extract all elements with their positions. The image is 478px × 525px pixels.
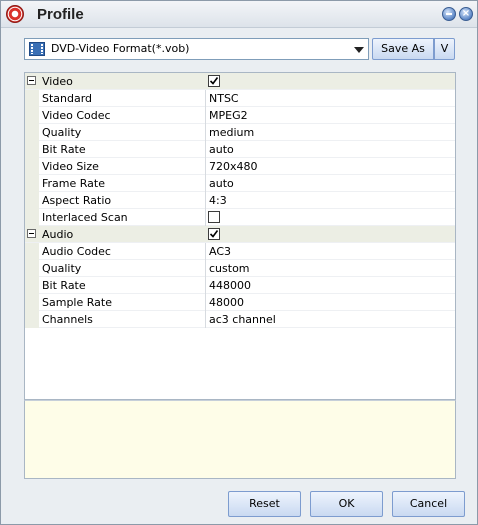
property-value[interactable]: 48000	[209, 296, 244, 309]
film-icon	[29, 42, 45, 56]
property-value[interactable]: 4:3	[209, 194, 227, 207]
property-name: Standard	[42, 92, 93, 105]
video-enabled-checkbox[interactable]	[208, 75, 220, 87]
property-row[interactable]: Video Size 720x480	[25, 158, 455, 175]
property-row[interactable]: Video Codec MPEG2	[25, 107, 455, 124]
property-value[interactable]: MPEG2	[209, 109, 248, 122]
collapse-icon[interactable]	[27, 76, 36, 85]
property-name: Sample Rate	[42, 296, 112, 309]
property-value[interactable]: ac3 channel	[209, 313, 276, 326]
cancel-button[interactable]: Cancel	[392, 491, 465, 517]
format-dropdown[interactable]: DVD-Video Format(*.vob)	[24, 38, 369, 60]
property-row[interactable]: Interlaced Scan	[25, 209, 455, 226]
property-row[interactable]: Bit Rate 448000	[25, 277, 455, 294]
description-panel	[24, 400, 456, 479]
property-name: Bit Rate	[42, 143, 86, 156]
title-bar[interactable]: Profile ×	[1, 1, 477, 28]
property-row[interactable]: Audio Codec AC3	[25, 243, 455, 260]
property-name: Video Codec	[42, 109, 111, 122]
save-as-menu-button[interactable]: V	[434, 38, 455, 60]
save-as-button[interactable]: Save As	[372, 38, 434, 60]
property-value[interactable]: custom	[209, 262, 250, 275]
profile-window: Profile × DVD-Video Format(*.vob) Save A…	[0, 0, 478, 525]
property-value[interactable]: AC3	[209, 245, 231, 258]
property-name: Video Size	[42, 160, 99, 173]
property-row[interactable]: Channels ac3 channel	[25, 311, 455, 328]
property-name: Quality	[42, 126, 82, 139]
property-row[interactable]: Frame Rate auto	[25, 175, 455, 192]
section-audio[interactable]: Audio	[25, 226, 455, 243]
ok-button[interactable]: OK	[310, 491, 383, 517]
property-name: Aspect Ratio	[42, 194, 112, 207]
minimize-icon[interactable]	[442, 7, 456, 21]
property-name: Bit Rate	[42, 279, 86, 292]
property-row[interactable]: Sample Rate 48000	[25, 294, 455, 311]
property-value[interactable]: auto	[209, 143, 234, 156]
property-value[interactable]: NTSC	[209, 92, 239, 105]
property-row[interactable]: Bit Rate auto	[25, 141, 455, 158]
reset-button[interactable]: Reset	[228, 491, 301, 517]
section-label: Audio	[42, 228, 74, 241]
property-value[interactable]: 448000	[209, 279, 251, 292]
section-label: Video	[42, 75, 73, 88]
property-row[interactable]: Quality custom	[25, 260, 455, 277]
property-name: Audio Codec	[42, 245, 111, 258]
property-name: Frame Rate	[42, 177, 105, 190]
window-title: Profile	[37, 6, 84, 23]
app-logo-icon	[6, 5, 24, 23]
audio-enabled-checkbox[interactable]	[208, 228, 220, 240]
property-value[interactable]: 720x480	[209, 160, 258, 173]
property-row[interactable]: Quality medium	[25, 124, 455, 141]
chevron-down-icon[interactable]	[354, 47, 364, 53]
property-name: Channels	[42, 313, 93, 326]
property-value[interactable]: auto	[209, 177, 234, 190]
property-row[interactable]: Standard NTSC	[25, 90, 455, 107]
property-name: Quality	[42, 262, 82, 275]
property-name: Interlaced Scan	[42, 211, 128, 224]
interlaced-scan-checkbox[interactable]	[208, 211, 220, 223]
section-video[interactable]: Video	[25, 73, 455, 90]
property-value[interactable]: medium	[209, 126, 254, 139]
format-selected-value: DVD-Video Format(*.vob)	[51, 42, 190, 55]
property-grid: Video Standard NTSC Video Codec MPEG2 Qu…	[24, 72, 456, 400]
collapse-icon[interactable]	[27, 229, 36, 238]
property-row[interactable]: Aspect Ratio 4:3	[25, 192, 455, 209]
close-icon[interactable]: ×	[459, 7, 473, 21]
